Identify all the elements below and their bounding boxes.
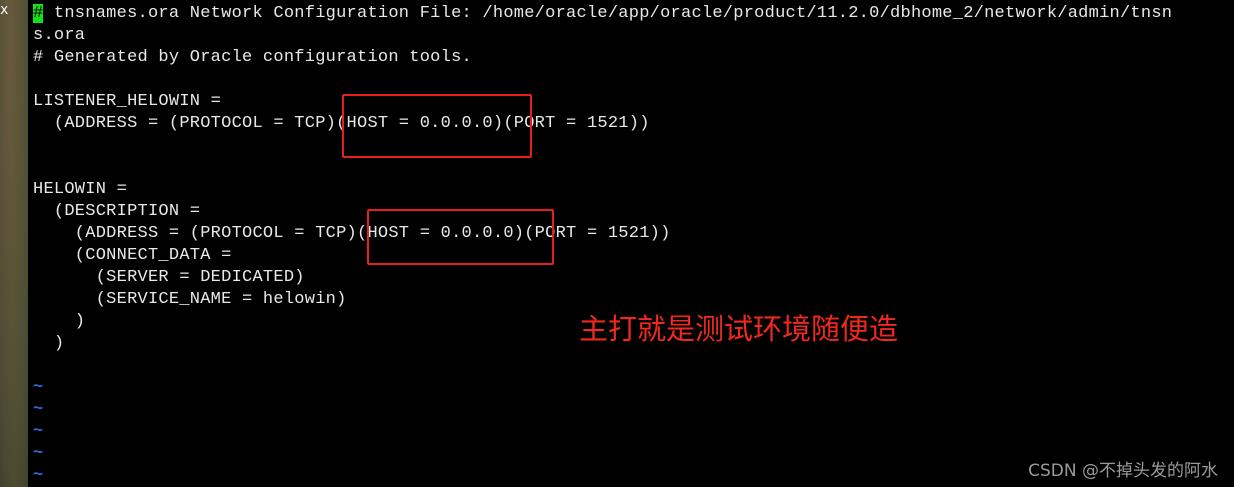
empty-buffer-tilde: ~: [33, 466, 44, 485]
screenshot: x # tnsnames.ora Network Configuration F…: [0, 0, 1234, 487]
text-cursor: #: [33, 4, 44, 23]
editor-line: ): [33, 334, 65, 353]
empty-buffer-tilde: ~: [33, 422, 44, 441]
vim-terminal[interactable]: # tnsnames.ora Network Configuration Fil…: [28, 0, 1234, 487]
editor-line: s.ora: [33, 26, 86, 45]
editor-line: ): [33, 312, 86, 331]
editor-line: # Generated by Oracle configuration tool…: [33, 48, 472, 67]
editor-line: (ADDRESS = (PROTOCOL = TCP)(HOST = 0.0.0…: [33, 224, 671, 243]
empty-buffer-tilde: ~: [33, 378, 44, 397]
editor-line: (CONNECT_DATA =: [33, 246, 232, 265]
empty-buffer-tilde: ~: [33, 444, 44, 463]
editor-line: # tnsnames.ora Network Configuration Fil…: [33, 3, 1172, 25]
host-highlight-box: [367, 209, 554, 265]
editor-line-text: tnsnames.ora Network Configuration File:…: [43, 4, 1173, 23]
host-highlight-box: [342, 94, 532, 158]
editor-line: HELOWIN =: [33, 180, 128, 199]
annotation-text: 主打就是测试环境随便造: [579, 312, 899, 346]
editor-line: (DESCRIPTION =: [33, 202, 201, 221]
empty-buffer-tilde: ~: [33, 400, 44, 419]
editor-line: (SERVICE_NAME = helowin): [33, 290, 347, 309]
watermark: CSDN @不掉头发的阿水: [1028, 461, 1218, 481]
desktop-background-strip: x: [0, 0, 28, 487]
editor-line: (SERVER = DEDICATED): [33, 268, 305, 287]
editor-line: LISTENER_HELOWIN =: [33, 92, 222, 111]
close-icon[interactable]: x: [0, 2, 10, 18]
